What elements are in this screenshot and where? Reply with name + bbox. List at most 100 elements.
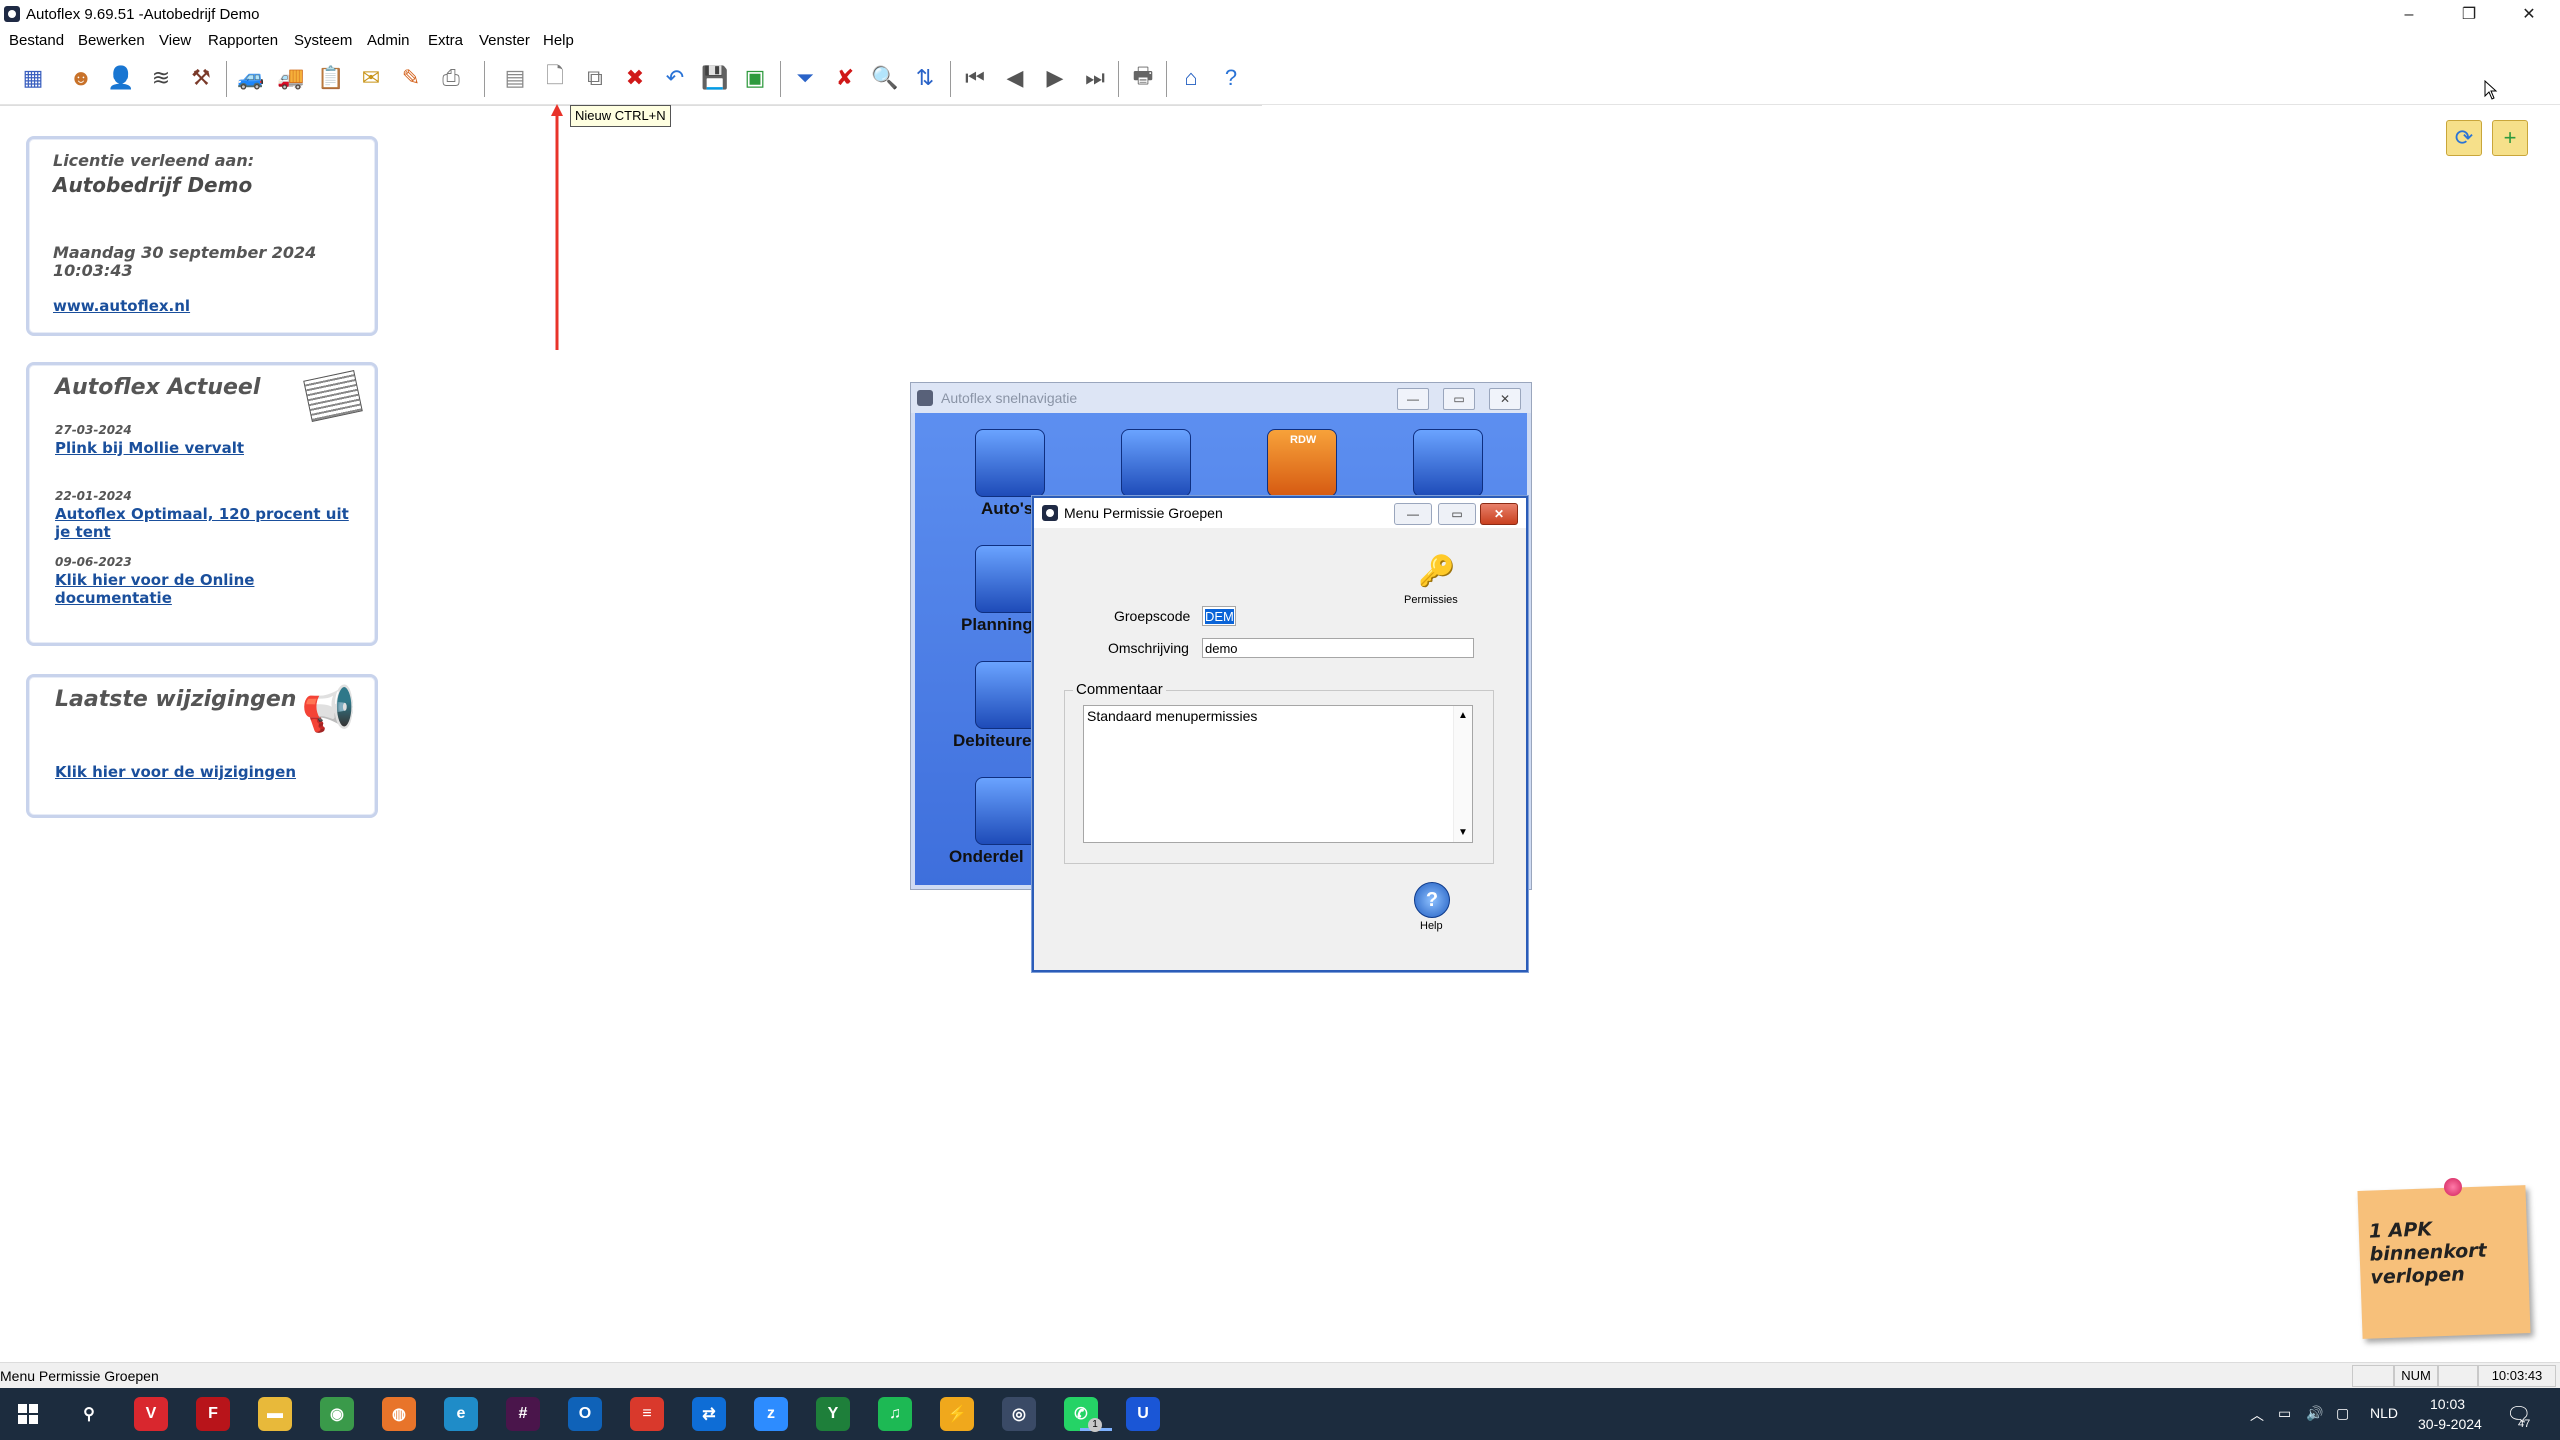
save-close-icon[interactable]: ▣ (740, 63, 770, 93)
help-icon[interactable]: ? (1216, 63, 1246, 93)
nav-label-onderdelen[interactable]: Onderdel (949, 847, 1024, 867)
mcafee-taskbar-icon[interactable]: ⚡ (940, 1397, 974, 1431)
scroll-down-icon[interactable]: ▼ (1454, 827, 1472, 838)
menu-bewerken[interactable]: Bewerken (78, 32, 145, 49)
volume-icon[interactable]: 🔊 (2306, 1405, 2323, 1422)
nav-label-debiteuren[interactable]: Debiteure (953, 731, 1031, 751)
cars-icon[interactable] (975, 429, 1045, 497)
car-import-icon[interactable] (1121, 429, 1191, 497)
menu-extra[interactable]: Extra (428, 32, 463, 49)
rdw-icon[interactable]: RDW (1267, 429, 1337, 497)
clock-date[interactable]: 30-9-2024 (2418, 1416, 2482, 1432)
yapp-taskbar-icon[interactable]: Y (816, 1397, 850, 1431)
vivaldi-taskbar-icon[interactable]: V (134, 1397, 168, 1431)
zoom-taskbar-icon[interactable]: z (754, 1397, 788, 1431)
commentaar-textarea[interactable]: Standaard menupermissies ▲ ▼ (1083, 705, 1473, 843)
car-icon[interactable]: 🚙 (236, 63, 266, 93)
pencil-icon[interactable]: ✎ (396, 63, 426, 93)
close-button[interactable]: ✕ (2500, 0, 2558, 30)
save-icon[interactable]: 💾 (700, 63, 730, 93)
restore-button[interactable]: ▭ (1438, 503, 1476, 525)
outlook-taskbar-icon[interactable]: O (568, 1397, 602, 1431)
person-icon[interactable]: 👤 (106, 63, 136, 93)
menu-systeem[interactable]: Systeem (294, 32, 352, 49)
menu-bestand[interactable]: Bestand (9, 32, 64, 49)
next-record-icon[interactable]: ▶ (1040, 63, 1070, 93)
refresh-folder-icon[interactable]: ⟳ (2446, 120, 2482, 156)
sort-icon[interactable]: ⇅ (910, 63, 940, 93)
tools-icon[interactable]: ⚒ (186, 63, 216, 93)
firefox-taskbar-icon[interactable]: ◍ (382, 1397, 416, 1431)
filezilla-taskbar-icon[interactable]: F (196, 1397, 230, 1431)
permissions-key-icon[interactable]: 🔑 (1418, 554, 1455, 589)
document-icon[interactable]: ✉ (356, 63, 386, 93)
spotify-taskbar-icon[interactable]: ♫ (878, 1397, 912, 1431)
new-document-icon[interactable]: 🗋 (540, 63, 570, 93)
nav-label-planning[interactable]: Planning (961, 615, 1033, 635)
battery-icon[interactable]: ▭ (2278, 1405, 2291, 1422)
menu-admin[interactable]: Admin (367, 32, 410, 49)
scroll-up-icon[interactable]: ▲ (1454, 710, 1472, 721)
first-record-icon[interactable]: ⏮ (960, 63, 990, 93)
slack-taskbar-icon[interactable]: # (506, 1397, 540, 1431)
explorer-taskbar-icon[interactable]: ▬ (258, 1397, 292, 1431)
minimize-button[interactable]: — (1397, 388, 1429, 410)
delete-icon[interactable]: ✖ (620, 63, 650, 93)
close-button[interactable]: ✕ (1480, 503, 1518, 525)
table-icon[interactable]: ▤ (500, 63, 530, 93)
minimize-button[interactable]: — (1394, 503, 1432, 525)
network-icon[interactable]: ▢ (2336, 1405, 2349, 1422)
menu-rapporten[interactable]: Rapporten (208, 32, 278, 49)
omschrijving-field[interactable]: demo (1202, 638, 1474, 658)
restore-button[interactable]: ▭ (1443, 388, 1475, 410)
language-indicator[interactable]: NLD (2370, 1405, 2398, 1421)
chrome-taskbar-icon[interactable]: ◉ (320, 1397, 354, 1431)
news-link[interactable]: Autoflex Optimaal, 120 procent uit je te… (55, 505, 355, 541)
menu-view[interactable]: View (159, 32, 191, 49)
help-label[interactable]: Help (1420, 920, 1443, 932)
truck-icon[interactable]: 🚚 (276, 63, 306, 93)
help-icon[interactable]: ? (1414, 882, 1450, 918)
news-link[interactable]: Klik hier voor de Online documentatie (55, 571, 285, 607)
menu-venster[interactable]: Venster (479, 32, 530, 49)
tray-chevron-icon[interactable]: ︿ (2250, 1405, 2264, 1425)
website-link[interactable]: www.autoflex.nl (53, 297, 190, 315)
car-export-icon[interactable] (1413, 429, 1483, 497)
last-record-icon[interactable]: ⏭ (1080, 63, 1110, 93)
print-icon[interactable]: 🖶 (1128, 63, 1158, 93)
search-taskbar-icon[interactable]: ⚲ (72, 1397, 106, 1431)
windows-start-icon[interactable] (18, 1404, 38, 1424)
apk-sticky-note[interactable]: 1 APK binnenkort verlopen (2357, 1185, 2531, 1339)
parts-icon[interactable]: ≋ (146, 63, 176, 93)
people-icon[interactable]: ☻ (66, 63, 96, 93)
printer-icon[interactable]: ⎙ (436, 63, 466, 93)
clipboard-icon[interactable]: 📋 (316, 63, 346, 93)
close-button[interactable]: ✕ (1489, 388, 1521, 410)
edge-taskbar-icon[interactable]: e (444, 1397, 478, 1431)
teamviewer-taskbar-icon[interactable]: ⇄ (692, 1397, 726, 1431)
dialog-titlebar: Menu Permissie Groepen — ▭ ✕ (1034, 498, 1526, 528)
restore-button[interactable]: ❐ (2440, 0, 2498, 30)
menu-help[interactable]: Help (543, 32, 574, 49)
home-icon[interactable]: ⌂ (1176, 63, 1206, 93)
changes-link[interactable]: Klik hier voor de wijzigingen (55, 763, 296, 781)
news-link[interactable]: Plink bij Mollie vervalt (55, 439, 355, 457)
clear-filter-icon[interactable]: ✘ (830, 63, 860, 93)
autoflex-taskbar-icon[interactable]: ◎ (1002, 1397, 1036, 1431)
minimize-button[interactable]: – (2380, 0, 2438, 30)
unknown-u-taskbar-icon[interactable]: U (1126, 1397, 1160, 1431)
filter-icon[interactable]: ⏷ (790, 63, 820, 93)
grid-icon[interactable]: ▦ (18, 63, 48, 93)
menu-bar: Bestand Bewerken View Rapporten Systeem … (0, 30, 2560, 52)
nav-label-autos[interactable]: Auto's (981, 499, 1033, 519)
previous-record-icon[interactable]: ◀ (1000, 63, 1030, 93)
new-folder-icon[interactable]: + (2492, 120, 2528, 156)
search-icon[interactable]: 🔍 (870, 63, 900, 93)
clock-time[interactable]: 10:03 (2430, 1396, 2465, 1412)
todoist-taskbar-icon[interactable]: ≡ (630, 1397, 664, 1431)
scrollbar[interactable]: ▲ ▼ (1453, 706, 1472, 842)
undo-icon[interactable]: ↶ (660, 63, 690, 93)
permissions-label[interactable]: Permissies (1404, 594, 1458, 606)
groepscode-field[interactable]: DEM (1202, 606, 1236, 626)
copy-icon[interactable]: ⧉ (580, 63, 610, 93)
